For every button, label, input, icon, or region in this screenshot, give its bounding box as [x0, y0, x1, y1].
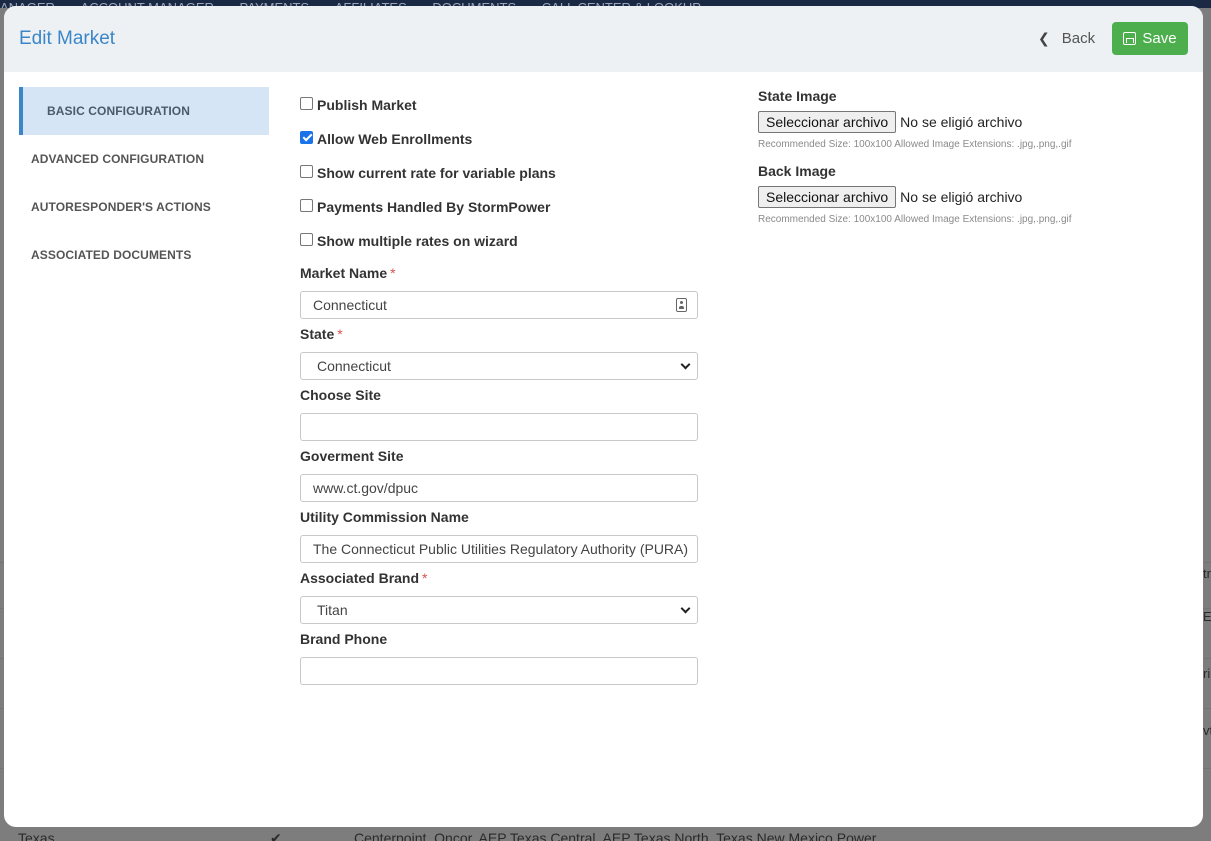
state-label: State * [300, 326, 698, 344]
sidebar-item-label: BASIC CONFIGURATION [47, 104, 191, 118]
sidebar-item-autoresponder-actions[interactable]: AUTORESPONDER'S ACTIONS [19, 183, 269, 231]
sidebar-item-label: AUTORESPONDER'S ACTIONS [31, 200, 211, 214]
show-multiple-rates-checkbox[interactable] [300, 232, 313, 246]
label-text: Associated Brand [300, 570, 420, 586]
state-image-file-status: No se eligió archivo [900, 114, 1023, 130]
required-marker: * [422, 570, 428, 586]
back-image-choose-file-button[interactable]: Seleccionar archivo [758, 186, 897, 208]
associated-brand-label: Associated Brand * [300, 570, 698, 588]
back-image-file-input: Seleccionar archivo No se eligió archivo [758, 186, 1178, 208]
bg-fragment: vt [1203, 723, 1211, 738]
config-sidebar: BASIC CONFIGURATION ADVANCED CONFIGURATI… [19, 87, 269, 279]
modal-header: Edit Market ❮ Back Save [4, 6, 1203, 72]
bg-fragment: ri [1203, 666, 1211, 681]
payments-handled-checkbox[interactable] [300, 198, 313, 212]
back-button[interactable]: ❮ Back [1038, 27, 1095, 49]
choose-site-input[interactable] [300, 413, 698, 441]
required-marker: * [337, 326, 343, 342]
image-upload-section: State Image Seleccionar archivo No se el… [758, 88, 1178, 227]
show-current-rate-checkbox[interactable] [300, 164, 313, 178]
market-name-input[interactable]: Connecticut [300, 291, 698, 319]
publish-market-option[interactable]: Publish Market [300, 88, 698, 122]
save-button[interactable]: Save [1112, 22, 1188, 55]
basic-configuration-form: Publish Market Allow Web Enrollments Sho… [300, 88, 698, 685]
checkbox-label: Payments Handled By StormPower [317, 199, 551, 215]
checkbox-label: Publish Market [317, 97, 417, 113]
contact-card-icon[interactable] [676, 298, 687, 312]
utility-commission-label: Utility Commission Name [300, 509, 469, 525]
required-marker: * [390, 265, 396, 281]
label-text: State [300, 326, 335, 342]
state-group: State * Connecticut [300, 326, 698, 380]
edit-market-modal: Edit Market ❮ Back Save BASIC CONFIGURAT… [4, 6, 1203, 827]
payments-handled-option[interactable]: Payments Handled By StormPower [300, 190, 698, 224]
associated-brand-select[interactable]: Titan [300, 596, 698, 624]
government-site-group: Goverment Site www.ct.gov/dpuc [300, 448, 698, 502]
government-site-value: www.ct.gov/dpuc [313, 480, 419, 496]
checkbox-label: Show multiple rates on wizard [317, 233, 518, 249]
utility-commission-input[interactable]: The Connecticut Public Utilities Regulat… [300, 535, 698, 563]
save-label: Save [1142, 30, 1177, 47]
allow-web-enrollments-option[interactable]: Allow Web Enrollments [300, 122, 698, 156]
label-text: Market Name [300, 265, 388, 281]
save-disk-icon [1123, 32, 1137, 45]
allow-web-enrollments-checkbox[interactable] [300, 130, 313, 144]
state-select[interactable]: Connecticut [300, 352, 698, 380]
utility-commission-group: Utility Commission Name The Connecticut … [300, 509, 698, 563]
checkbox-label: Allow Web Enrollments [317, 131, 473, 147]
sidebar-item-associated-documents[interactable]: ASSOCIATED DOCUMENTS [19, 231, 269, 279]
associated-brand-value: Titan [317, 602, 348, 618]
back-image-file-status: No se eligió archivo [900, 189, 1023, 205]
back-label: Back [1061, 29, 1096, 47]
government-site-label: Goverment Site [300, 448, 404, 464]
state-image-label: State Image [758, 88, 837, 104]
market-name-value: Connecticut [313, 297, 387, 313]
back-image-label: Back Image [758, 163, 836, 179]
chevron-down-icon [680, 603, 691, 614]
publish-market-checkbox[interactable] [300, 96, 313, 110]
show-current-rate-option[interactable]: Show current rate for variable plans [300, 156, 698, 190]
choose-site-label: Choose Site [300, 387, 381, 403]
chevron-down-icon [680, 359, 691, 370]
bg-check-icon: ✔ [270, 830, 282, 841]
market-name-group: Market Name * Connecticut [300, 265, 698, 319]
checkbox-label: Show current rate for variable plans [317, 165, 556, 181]
show-multiple-rates-option[interactable]: Show multiple rates on wizard [300, 224, 698, 258]
state-value: Connecticut [317, 358, 391, 374]
utility-commission-value: The Connecticut Public Utilities Regulat… [313, 541, 689, 557]
sidebar-item-basic-configuration[interactable]: BASIC CONFIGURATION [19, 87, 269, 135]
state-image-choose-file-button[interactable]: Seleccionar archivo [758, 111, 897, 133]
sidebar-item-label: ASSOCIATED DOCUMENTS [31, 248, 192, 262]
brand-phone-input[interactable] [300, 657, 698, 685]
sidebar-item-label: ADVANCED CONFIGURATION [31, 152, 205, 166]
state-image-hint: Recommended Size: 100x100 Allowed Image … [758, 139, 1072, 150]
brand-phone-label: Brand Phone [300, 631, 388, 647]
bg-cell-state: Texas [18, 830, 55, 841]
bg-fragment: E [1203, 609, 1211, 624]
associated-brand-group: Associated Brand * Titan [300, 570, 698, 624]
bg-cell-utilities: Centerpoint, Oncor, AEP Texas Central, A… [354, 830, 877, 841]
choose-site-group: Choose Site [300, 387, 698, 441]
brand-phone-group: Brand Phone [300, 631, 698, 685]
government-site-input[interactable]: www.ct.gov/dpuc [300, 474, 698, 502]
modal-title: Edit Market [19, 28, 116, 49]
sidebar-item-advanced-configuration[interactable]: ADVANCED CONFIGURATION [19, 135, 269, 183]
market-name-label: Market Name * [300, 265, 698, 283]
bg-fragment: tr [1203, 566, 1211, 581]
back-image-hint: Recommended Size: 100x100 Allowed Image … [758, 214, 1072, 225]
chevron-left-icon: ❮ [1038, 29, 1050, 46]
state-image-file-input: Seleccionar archivo No se eligió archivo [758, 111, 1178, 133]
